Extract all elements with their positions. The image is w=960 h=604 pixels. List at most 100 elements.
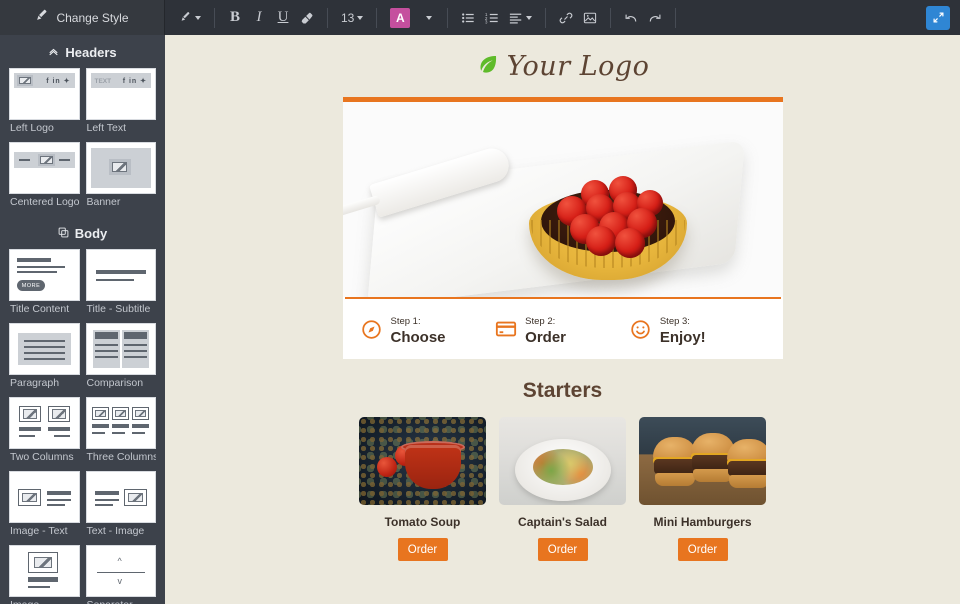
block-item-left-text[interactable]: TEXT f in ✦ Left Text (83, 68, 160, 142)
block-item-title-content[interactable]: MORE Title Content (6, 249, 83, 323)
toolbar-divider (327, 7, 328, 28)
bold-button[interactable]: B (224, 5, 246, 31)
blocks-sidebar[interactable]: Headers f in ✦ Left Logo TEXT f in ✦ Lef… (0, 35, 165, 604)
block-label: Title Content (10, 303, 70, 315)
order-button[interactable]: Order (537, 538, 588, 561)
block-label: Three Columns (86, 451, 157, 463)
italic-button[interactable]: I (248, 5, 270, 31)
block-thumb[interactable] (85, 249, 156, 301)
block-thumb[interactable]: ^ v (85, 545, 156, 597)
top-toolbar: Change Style B I U 13 A 1 2 3 (0, 0, 960, 35)
block-item-paragraph[interactable]: Paragraph (6, 323, 83, 397)
block-item-banner[interactable]: Banner (83, 142, 160, 216)
step-text: Step 1: Choose (391, 311, 446, 348)
logo-block[interactable]: Your Logo (165, 35, 960, 97)
raspberry-tart (528, 168, 687, 280)
email-canvas[interactable]: Your Logo Step 1: Choose Step 2: Order S… (165, 35, 960, 604)
text-color-swatch: A (390, 7, 411, 28)
block-label: Image (9, 597, 80, 604)
block-thumb[interactable] (9, 545, 80, 597)
block-label: Left Logo (10, 122, 54, 134)
chevron-up-icon: ^ (117, 556, 122, 566)
order-button[interactable]: Order (397, 538, 448, 561)
thumb-text: TEXT (94, 78, 112, 85)
block-thumb[interactable]: TEXT f in ✦ (85, 68, 156, 120)
compass-icon (361, 318, 383, 340)
block-thumb[interactable] (85, 323, 156, 375)
expand-button[interactable] (926, 5, 950, 30)
svg-text:3: 3 (485, 19, 488, 24)
product-name: Captain's Salad (518, 515, 607, 529)
block-item-left-logo[interactable]: f in ✦ Left Logo (6, 68, 83, 142)
block-thumb[interactable] (9, 142, 80, 194)
step-item[interactable]: Step 2: Order (495, 311, 630, 348)
block-label: Left Text (86, 122, 127, 134)
insert-image-button[interactable] (579, 5, 601, 31)
format-painter-button[interactable] (175, 5, 205, 31)
sidebar-section-body[interactable]: Body (0, 216, 165, 249)
order-button[interactable]: Order (677, 538, 728, 561)
clear-formatting-button[interactable] (296, 5, 318, 31)
hero-card[interactable]: Step 1: Choose Step 2: Order Step 3: Enj… (342, 97, 783, 359)
steps-block[interactable]: Step 1: Choose Step 2: Order Step 3: Enj… (343, 299, 783, 359)
underline-button[interactable]: U (272, 5, 294, 31)
block-thumb[interactable] (85, 471, 156, 523)
sidebar-section-headers[interactable]: Headers (0, 35, 165, 68)
product-card[interactable]: Tomato Soup Order (359, 417, 486, 561)
undo-button[interactable] (620, 5, 642, 31)
block-item-comparison[interactable]: Comparison (83, 323, 160, 397)
block-item-title-subtitle[interactable]: Title - Subtitle (83, 249, 160, 323)
block-label: Title - Subtitle (86, 303, 151, 315)
sidebar-section-title: Headers (65, 45, 117, 60)
block-thumb[interactable] (9, 323, 80, 375)
change-style-button[interactable]: Change Style (0, 0, 165, 35)
block-item-text-image[interactable]: Text - Image (83, 471, 160, 545)
step-text: Step 3: Enjoy! (660, 311, 706, 348)
align-button[interactable] (505, 5, 536, 31)
logo-text: Your Logo (506, 50, 650, 82)
chevron-down-icon (526, 15, 533, 20)
block-item-two-columns[interactable]: Two Columns (6, 397, 83, 471)
block-thumb[interactable]: f in ✦ (9, 68, 80, 120)
block-item-separator[interactable]: ^ v Separator (83, 545, 160, 604)
starters-cards: Tomato Soup Order Captain's Salad Order (165, 417, 960, 561)
font-size-dropdown[interactable]: 13 (337, 5, 367, 31)
product-card[interactable]: Captain's Salad Order (499, 417, 626, 561)
block-thumb[interactable]: MORE (9, 249, 80, 301)
block-thumb[interactable] (85, 397, 156, 449)
sidebar-section-title: Body (74, 226, 108, 241)
numbered-list-button[interactable]: 1 2 3 (481, 5, 503, 31)
product-card[interactable]: Mini Hamburgers Order (639, 417, 766, 561)
step-big-label: Order (525, 328, 567, 346)
product-image[interactable] (359, 417, 486, 505)
text-color-dropdown[interactable] (416, 5, 438, 31)
brush-icon (35, 9, 48, 27)
step-text: Step 2: Order (525, 311, 566, 348)
block-label: Separator (86, 597, 157, 604)
product-image[interactable] (499, 417, 626, 505)
product-name: Mini Hamburgers (653, 515, 752, 529)
block-item-centered-logo[interactable]: Centered Logo (6, 142, 83, 216)
credit-card-icon (495, 318, 517, 340)
block-item-image-text[interactable]: Image - Text (6, 471, 83, 545)
chevron-down-icon (425, 15, 432, 20)
link-button[interactable] (555, 5, 577, 31)
thumb-more-label: MORE (17, 280, 45, 291)
hero-image[interactable] (342, 102, 783, 297)
step-big-label: Choose (390, 328, 446, 346)
block-label: Image - Text (10, 525, 68, 537)
product-image[interactable] (639, 417, 766, 505)
step-small-label: Step 3: (659, 315, 690, 327)
toolbar-divider (214, 7, 215, 28)
text-color-button[interactable]: A (386, 5, 414, 31)
bullet-list-button[interactable] (457, 5, 479, 31)
step-item[interactable]: Step 3: Enjoy! (630, 311, 765, 348)
block-thumb[interactable] (85, 142, 156, 194)
redo-button[interactable] (644, 5, 666, 31)
step-item[interactable]: Step 1: Choose (361, 311, 496, 348)
block-item-three-columns[interactable]: Three Columns (83, 397, 160, 471)
block-thumb[interactable] (9, 471, 80, 523)
block-item-image[interactable]: Image (6, 545, 83, 604)
block-thumb[interactable] (9, 397, 80, 449)
step-big-label: Enjoy! (659, 328, 706, 346)
